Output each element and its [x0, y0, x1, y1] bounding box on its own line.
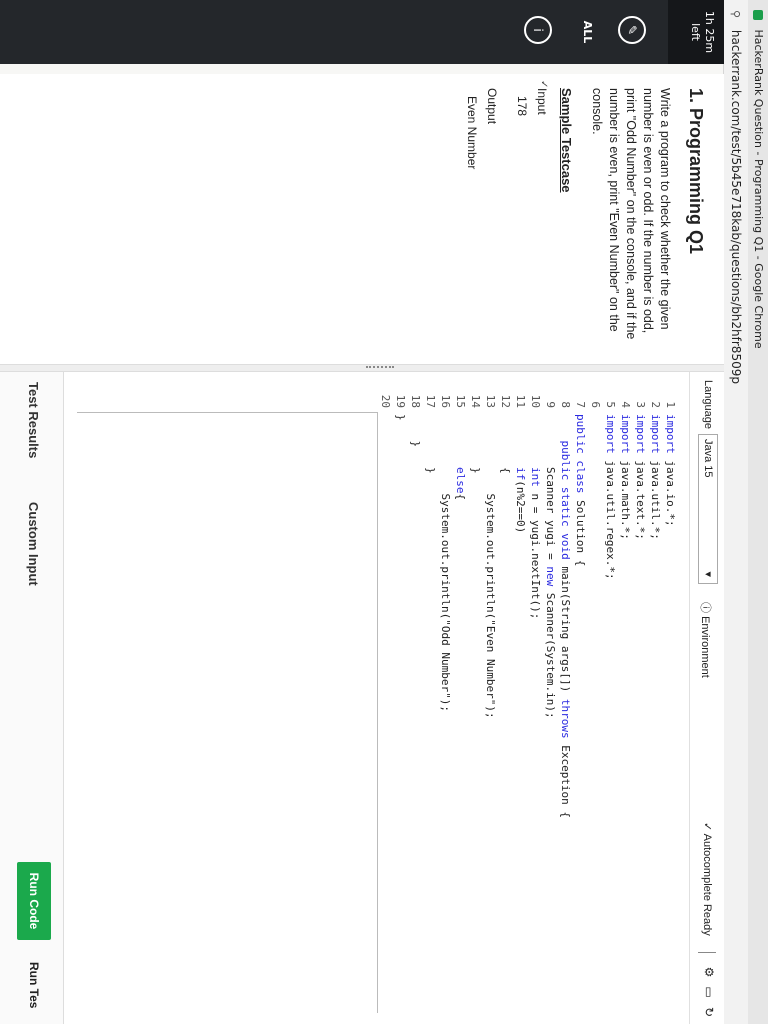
question-description: Write a program to check whether the giv…: [590, 88, 672, 340]
site-info-icon[interactable]: ⚲: [723, 10, 747, 18]
language-label: Language: [702, 380, 714, 429]
line-number: 1: [664, 401, 677, 408]
code-line[interactable]: public class Solution {: [573, 414, 588, 566]
run-tests-button[interactable]: Run Tes: [27, 962, 41, 1008]
line-number: 18: [409, 394, 422, 408]
question-status-icon[interactable]: ✎: [618, 16, 646, 44]
tab-test-results[interactable]: Test Results: [26, 382, 41, 458]
chevron-down-icon[interactable]: ▾: [699, 571, 717, 577]
line-number: 15: [454, 394, 467, 408]
code-line[interactable]: }: [393, 414, 408, 421]
code-line[interactable]: import java.text.*;: [633, 414, 648, 540]
screen: HackerRank Question - Programming Q1 - G…: [0, 0, 768, 1024]
line-number: 16: [439, 394, 452, 408]
time-remaining: 1h 25m left: [668, 0, 724, 64]
code-line[interactable]: import java.io.*;: [663, 414, 678, 527]
code-line[interactable]: }: [423, 414, 438, 474]
line-number: 14: [469, 394, 482, 408]
code-line[interactable]: import java.util.regex.*;: [603, 414, 618, 580]
line-number: 10: [529, 394, 542, 408]
settings-icon[interactable]: ⚙: [701, 964, 717, 980]
run-code-button[interactable]: Run Code: [17, 862, 51, 940]
all-questions-link[interactable]: ALL: [581, 0, 594, 64]
line-number: 12: [499, 394, 512, 408]
environment-link[interactable]: ⓘ Environment: [698, 602, 714, 678]
code-area[interactable]: 1 import java.io.*; 2 import java.util.*; 3 i…: [64, 372, 684, 1024]
line-number: 19: [394, 394, 407, 408]
autocomplete-toggle[interactable]: ✓ Autocomplete Ready: [701, 822, 714, 936]
line-number: 20: [379, 394, 392, 408]
url-text[interactable]: hackerrank.com/test/5b45e718kab/question…: [729, 30, 743, 384]
code-line[interactable]: import java.math.*;: [618, 414, 633, 540]
problem-panel: 1. Programming Q1 Write a program to che…: [0, 74, 724, 364]
fullscreen-icon[interactable]: ▭: [701, 984, 717, 1000]
question-title: 1. Programming Q1: [686, 88, 706, 255]
sample-testcase-heading: Sample Testcase: [559, 88, 574, 193]
code-line[interactable]: {: [498, 414, 513, 474]
code-line[interactable]: System.out.println("Odd Number");: [438, 414, 453, 712]
line-number: 4: [619, 401, 632, 408]
input-label: Input: [535, 88, 549, 115]
tab-custom-input[interactable]: Custom Input: [26, 502, 41, 586]
code-line[interactable]: else{: [453, 414, 468, 500]
line-number: 11: [514, 394, 527, 408]
toolbar-divider: [698, 952, 716, 953]
line-number: 2: [649, 401, 662, 408]
line-number: 3: [634, 401, 647, 408]
check-icon: ✓: [701, 822, 713, 834]
input-value: 178: [515, 96, 529, 117]
code-line[interactable]: }: [468, 414, 483, 474]
line-number: 5: [604, 401, 617, 408]
line-number: 9: [544, 401, 557, 408]
editor-toolbar: Language Java 15 ▾ ⓘ Environment ✓ Autoc…: [689, 372, 724, 1024]
line-number: 17: [424, 394, 437, 408]
output-value: Even Number: [465, 96, 479, 170]
autocomplete-label[interactable]: Autocomplete Ready: [701, 834, 713, 936]
time-unit: left: [689, 23, 702, 41]
chevron-icon: ✓: [538, 80, 549, 89]
code-line[interactable]: }: [408, 414, 423, 447]
code-line[interactable]: int n = yugi.nextInt();: [528, 414, 543, 619]
browser-title-bar: HackerRank Question - Programming Q1 - G…: [747, 0, 768, 1024]
code-line[interactable]: System.out.println("Even Number");: [483, 414, 498, 718]
language-select[interactable]: Java 15 ▾: [698, 434, 718, 584]
info-icon[interactable]: i: [524, 16, 552, 44]
time-value: 1h 25m: [703, 10, 716, 54]
line-number: 13: [484, 394, 497, 408]
window-title: HackerRank Question - Programming Q1 - G…: [752, 29, 765, 349]
code-editor-panel: Language Java 15 ▾ ⓘ Environment ✓ Autoc…: [64, 372, 724, 1024]
code-line[interactable]: import java.util.*;: [648, 414, 663, 540]
info-icon: ⓘ: [699, 602, 711, 617]
code-line[interactable]: public static void main(String args[]) t…: [558, 414, 573, 819]
line-number: 8: [559, 401, 572, 408]
refresh-icon[interactable]: ↻: [701, 1004, 717, 1020]
language-value[interactable]: Java 15: [702, 439, 714, 478]
code-line[interactable]: if(n%2==0): [513, 414, 528, 533]
line-number: 6: [589, 401, 602, 408]
code-line[interactable]: Scanner yugi = new Scanner(System.in);: [543, 414, 558, 719]
line-number: 7: [574, 401, 587, 408]
left-rail: 1h 25m left ✎ ALL i: [0, 0, 724, 64]
panel-splitter[interactable]: [0, 364, 724, 374]
hackerrank-favicon-icon: [753, 10, 763, 20]
address-bar[interactable]: ⚲ hackerrank.com/test/5b45e718kab/questi…: [723, 0, 748, 1024]
editor-selection-box: [77, 412, 378, 1013]
output-label: Output: [485, 88, 499, 125]
environment-label[interactable]: Environment: [699, 616, 711, 678]
bottom-bar: Test Results Custom Input Run Code Run T…: [0, 372, 64, 1024]
